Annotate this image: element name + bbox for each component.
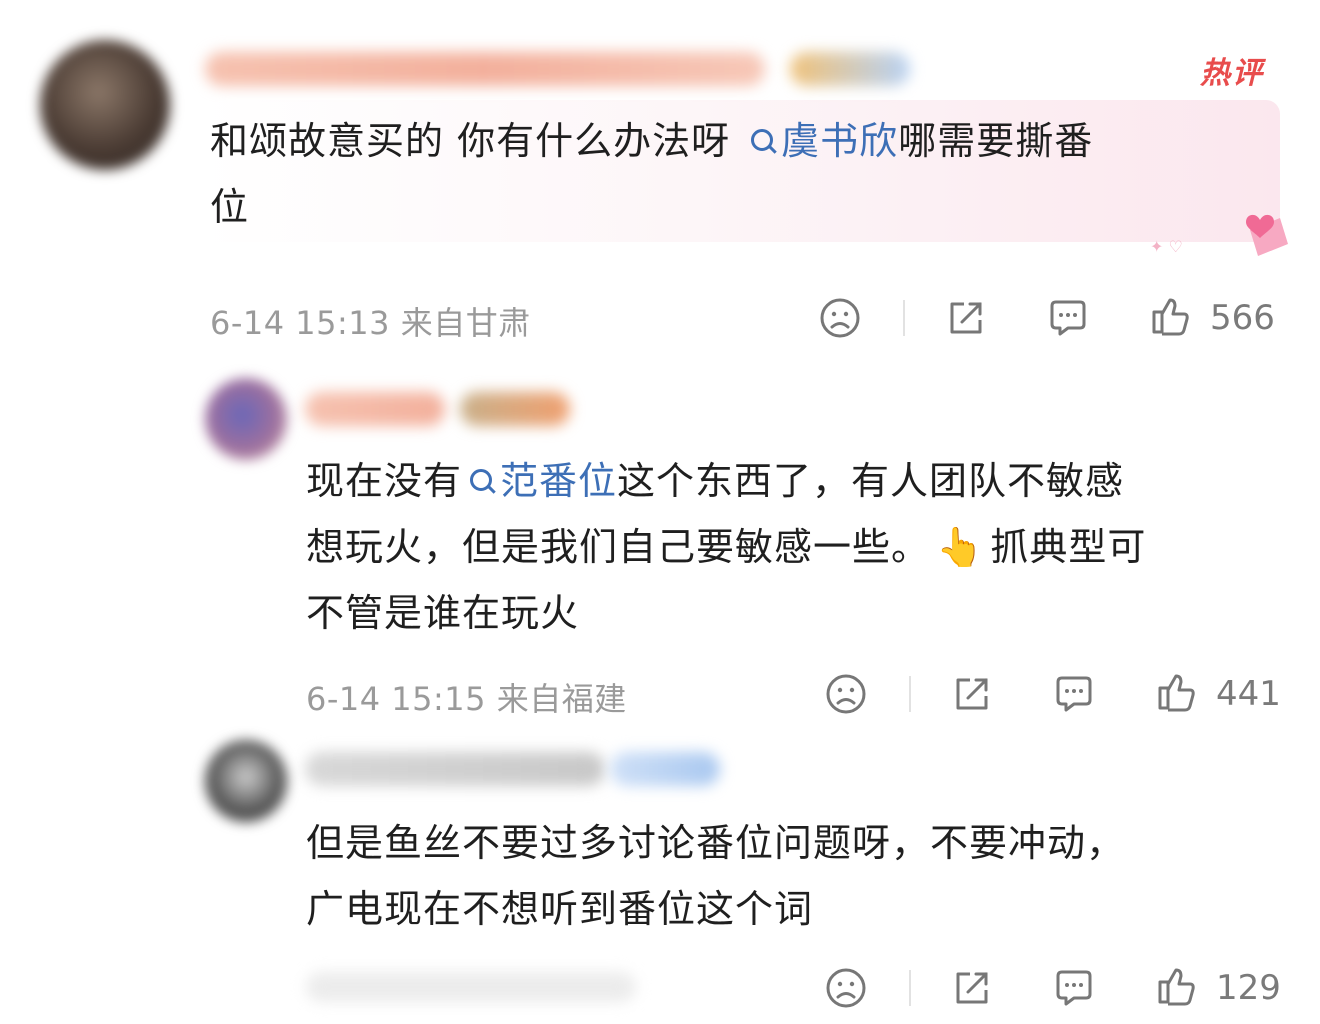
avatar[interactable] bbox=[205, 378, 287, 460]
username-blurred[interactable] bbox=[305, 752, 605, 786]
pointing-up-emoji: 👆 bbox=[936, 525, 985, 569]
username-blurred[interactable] bbox=[305, 392, 445, 426]
sad-face-icon[interactable] bbox=[824, 672, 868, 716]
thumbs-up-icon[interactable] bbox=[1148, 294, 1192, 338]
share-icon[interactable] bbox=[950, 672, 994, 716]
heart-envelope-icon: ✦ ♡ bbox=[1150, 214, 1288, 256]
comment-meta-blurred bbox=[306, 972, 636, 1002]
thumbs-up-icon[interactable] bbox=[1154, 670, 1198, 714]
comment-icon[interactable] bbox=[1052, 672, 1096, 716]
like-count: 129 bbox=[1216, 968, 1281, 1008]
svg-text:✦ ♡: ✦ ♡ bbox=[1150, 237, 1183, 256]
user-badge-blurred bbox=[610, 752, 720, 786]
search-icon bbox=[470, 468, 493, 491]
comment-meta: 6-14 15:13 来自甘肃 bbox=[210, 304, 531, 342]
avatar[interactable] bbox=[205, 740, 287, 822]
search-icon bbox=[751, 128, 774, 151]
avatar[interactable] bbox=[40, 40, 170, 170]
user-badge-blurred bbox=[790, 52, 910, 86]
sad-face-icon[interactable] bbox=[818, 296, 862, 340]
divider bbox=[909, 676, 911, 712]
topic-link[interactable]: 范番位 bbox=[462, 459, 617, 503]
user-badge-blurred bbox=[460, 392, 570, 426]
share-icon[interactable] bbox=[944, 296, 988, 340]
comment-text: 但是鱼丝不要过多讨论番位问题呀，不要冲动， 广电现在不想听到番位这个词 bbox=[306, 821, 1126, 931]
divider bbox=[903, 300, 905, 336]
share-icon[interactable] bbox=[950, 966, 994, 1010]
like-count: 441 bbox=[1216, 674, 1281, 714]
hot-comment-badge: 热评 bbox=[1200, 56, 1264, 91]
topic-link[interactable]: 虞书欣 bbox=[743, 119, 898, 163]
thumbs-up-icon[interactable] bbox=[1154, 964, 1198, 1008]
comment-icon[interactable] bbox=[1046, 296, 1090, 340]
comment-text: 现在没有 范番位这个东西了，有人团队不敏感 想玩火，但是我们自己要敏感一些。 👆 抓典… bbox=[306, 459, 1147, 635]
username-blurred[interactable] bbox=[205, 52, 765, 86]
comment-meta: 6-14 15:15 来自福建 bbox=[306, 680, 627, 718]
comment-icon[interactable] bbox=[1052, 966, 1096, 1010]
like-count: 566 bbox=[1210, 298, 1275, 338]
comment-text: 和颂故意买的 你有什么办法呀 虞书欣哪需要撕番 位 bbox=[210, 119, 1094, 229]
divider bbox=[909, 970, 911, 1006]
sad-face-icon[interactable] bbox=[824, 966, 868, 1010]
